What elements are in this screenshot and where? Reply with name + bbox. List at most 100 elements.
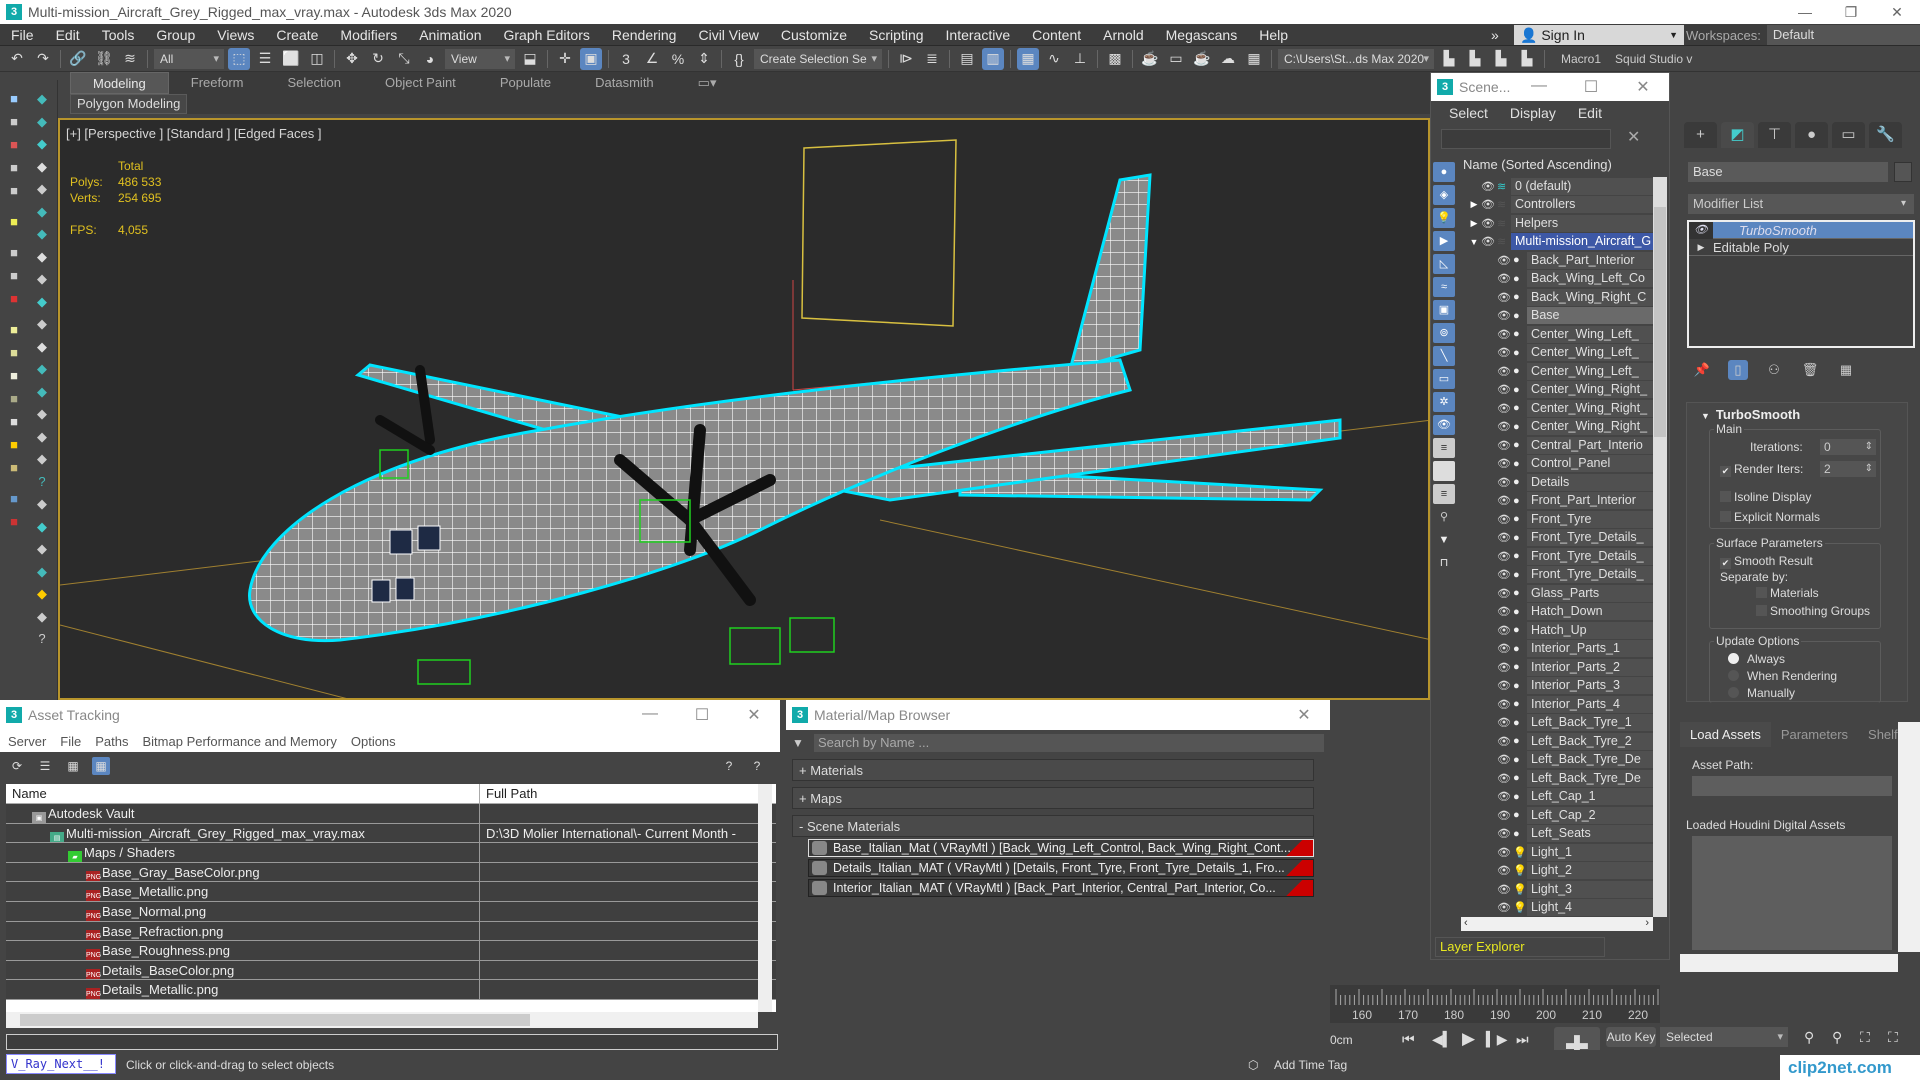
asset-row[interactable]: ▣ Autodesk Vault (6, 804, 776, 824)
polygon-modeling-panel[interactable]: Polygon Modeling (70, 94, 188, 114)
close-button[interactable]: ✕ (1874, 0, 1920, 24)
visibility-eye-icon[interactable]: 👁 (1481, 198, 1497, 211)
scene-material-item[interactable]: Base_Italian_Mat ( VRayMtl ) [Back_Wing_… (808, 839, 1314, 857)
move-icon[interactable]: ✥ (341, 48, 363, 70)
visibility-eye-icon[interactable]: 👁 (1497, 402, 1513, 415)
maxscript-listener[interactable]: V_Ray_Next__! (6, 1054, 116, 1074)
scene-vertical-scrollbar[interactable] (1653, 177, 1667, 917)
asset-menu-server[interactable]: Server (8, 734, 46, 749)
grid-dots-icon[interactable]: ■ (4, 490, 24, 508)
unlink-icon[interactable]: ⛓ (93, 48, 115, 70)
create-project-icon[interactable]: ▙ (1490, 48, 1512, 70)
zoom-extents-icon[interactable]: ⛶ (1860, 1029, 1870, 1046)
object-row[interactable]: 👁 ● Hatch_Up (1461, 621, 1653, 640)
visibility-eye-icon[interactable]: 👁 (1497, 809, 1513, 822)
menu-edit[interactable]: Edit (45, 27, 91, 43)
light-row[interactable]: 👁 💡 Light_2 (1461, 862, 1653, 881)
tool-10-icon[interactable]: ◆ (32, 293, 52, 311)
object-row[interactable]: 👁 ● Center_Wing_Right_ (1461, 381, 1653, 400)
rotate-icon[interactable]: ↻ (367, 48, 389, 70)
visibility-eye-icon[interactable]: 👁 (1497, 661, 1513, 674)
visibility-eye-icon[interactable]: 👁 (1497, 605, 1513, 618)
placement-icon[interactable]: ◕ (419, 48, 441, 70)
hierarchy-tab-icon[interactable]: ⊤ (1758, 122, 1791, 148)
rect-selection-icon[interactable]: ⬜ (280, 48, 302, 70)
visibility-eye-icon[interactable]: 👁 (1497, 291, 1513, 304)
object-row[interactable]: 👁 ● Interior_Parts_3 (1461, 677, 1653, 696)
visibility-eye-icon[interactable]: 👁 (1497, 420, 1513, 433)
tool-23-icon[interactable]: ◆ (32, 585, 52, 603)
ribbon-tab-selection[interactable]: Selection (266, 72, 363, 94)
redo-icon[interactable]: ↷ (32, 48, 54, 70)
menu-tools[interactable]: Tools (91, 27, 146, 43)
atoms-icon[interactable]: ■ (4, 513, 24, 531)
scene-material-item[interactable]: Details_Italian_MAT ( VRayMtl ) [Details… (808, 859, 1314, 877)
aircraft-model[interactable] (60, 120, 1430, 700)
maximize-button[interactable]: ☐ (676, 705, 728, 725)
layer-explorer-dropdown[interactable]: Layer Explorer (1435, 937, 1605, 957)
tool-11-icon[interactable]: ◆ (32, 315, 52, 333)
object-row[interactable]: 👁 ● Center_Wing_Right_ (1461, 399, 1653, 418)
scene-menu-select[interactable]: Select (1449, 105, 1488, 121)
layer-row[interactable]: ▶ 👁 ≋ Controllers (1461, 196, 1653, 215)
ribbon-tab-datasmith[interactable]: Datasmith (573, 72, 676, 94)
tool-2-icon[interactable]: ◆ (32, 113, 52, 131)
visibility-eye-icon[interactable]: 👁 (1497, 735, 1513, 748)
light-bulb-icon[interactable]: ■ (4, 213, 24, 231)
render-in-cloud-icon[interactable]: ☁ (1217, 48, 1239, 70)
expand-arrow-icon[interactable]: ▶ (1467, 199, 1481, 210)
display-all-icon[interactable]: ≡ (1433, 438, 1455, 458)
percent-snap-icon[interactable]: % (667, 48, 689, 70)
material-section-1[interactable]: + Maps (792, 787, 1314, 809)
ribbon-options-icon[interactable]: ▭▾ (676, 72, 739, 94)
expand-arrow-icon[interactable]: ▶ (1689, 242, 1713, 253)
pivot-icon[interactable]: ⬓ (519, 48, 541, 70)
visibility-eye-icon[interactable]: 👁 (1497, 439, 1513, 452)
menu-civil-view[interactable]: Civil View (687, 27, 769, 43)
refresh-icon[interactable]: ⟳ (8, 757, 26, 775)
column-name[interactable]: Name (6, 784, 480, 803)
minimize-button[interactable]: — (1782, 0, 1828, 24)
visibility-eye-icon[interactable]: 👁 (1497, 864, 1513, 877)
object-row[interactable]: 👁 ● Control_Panel (1461, 455, 1653, 474)
menu-views[interactable]: Views (206, 27, 265, 43)
visibility-eye-icon[interactable]: 👁 (1497, 698, 1513, 711)
remove-modifier-icon[interactable]: 🗑 (1800, 360, 1820, 380)
teapot-icon[interactable]: ■ (4, 90, 24, 108)
object-row[interactable]: 👁 ● Back_Wing_Right_C (1461, 288, 1653, 307)
tool-17-icon[interactable]: ◆ (32, 450, 52, 468)
menu-animation[interactable]: Animation (408, 27, 492, 43)
menu-megascans[interactable]: Megascans (1155, 27, 1249, 43)
visibility-eye-icon[interactable]: 👁 (1497, 846, 1513, 859)
curve-editor-icon[interactable]: ∿ (1043, 48, 1065, 70)
tool-15-icon[interactable]: ◆ (32, 405, 52, 423)
expand-arrow-icon[interactable]: ▼ (1467, 237, 1481, 247)
object-row[interactable]: 👁 ● Front_Tyre (1461, 510, 1653, 529)
rig-control-panel[interactable] (792, 139, 957, 391)
visibility-eye-icon[interactable]: 👁 (1497, 753, 1513, 766)
asset-horizontal-scrollbar[interactable] (6, 1012, 758, 1028)
modifier-list-dropdown[interactable]: Modifier List (1688, 194, 1914, 214)
asset-menu-options[interactable]: Options (351, 734, 396, 749)
menu-create[interactable]: Create (265, 27, 329, 43)
layer-row[interactable]: 👁 ≋ 0 (default) (1461, 177, 1653, 196)
asset-row[interactable]: PNGBase_Roughness.png (6, 941, 776, 961)
object-row[interactable]: 👁 ● Center_Wing_Left_ (1461, 325, 1653, 344)
ribbon-tab-modeling[interactable]: Modeling (70, 72, 169, 94)
list-icon[interactable]: ■ (4, 159, 24, 177)
scene-material-item[interactable]: Interior_Italian_MAT ( VRayMtl ) [Back_P… (808, 879, 1314, 897)
sphere-eye-icon[interactable]: ■ (4, 267, 24, 285)
about-icon[interactable]: ? (748, 757, 766, 775)
container-icon[interactable]: ⊓ (1433, 553, 1455, 573)
menu-overflow[interactable]: » (1480, 27, 1510, 43)
asset-menu-paths[interactable]: Paths (95, 734, 128, 749)
object-row[interactable]: 👁 ● Base (1461, 307, 1653, 326)
update-when-rendering-radio[interactable]: When Rendering (1728, 669, 1837, 683)
modifier-stack-item[interactable]: 👁 TurboSmooth (1689, 221, 1913, 239)
tool-22-icon[interactable]: ◆ (32, 563, 52, 581)
undo-icon[interactable]: ↶ (6, 48, 28, 70)
object-row[interactable]: 👁 ● Hatch_Down (1461, 603, 1653, 622)
asset-menu-bitmap-performance-and-memory[interactable]: Bitmap Performance and Memory (143, 734, 337, 749)
object-row[interactable]: 👁 ● Front_Tyre_Details_ (1461, 529, 1653, 548)
help-icon[interactable]: ? (720, 757, 738, 775)
